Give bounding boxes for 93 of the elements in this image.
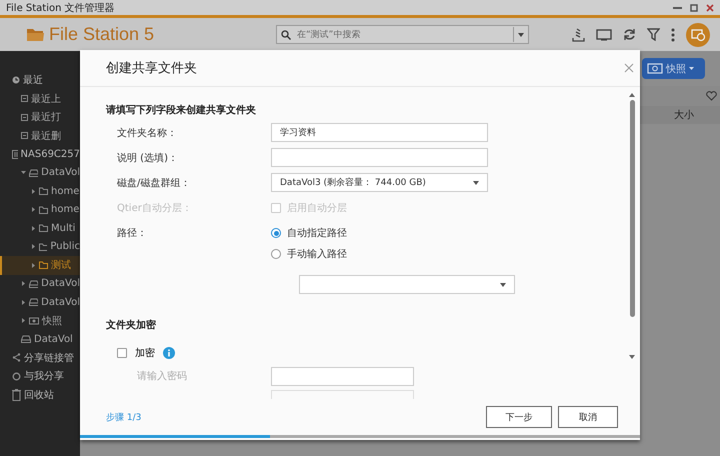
info-icon[interactable]: [163, 347, 175, 359]
refresh-icon[interactable]: [623, 28, 636, 41]
app-name: File Station 5: [49, 24, 154, 45]
section-heading: 文件夹加密: [106, 318, 157, 333]
maximize-icon[interactable]: [690, 4, 698, 12]
search-icon: [281, 30, 291, 40]
folder-icon: [38, 242, 48, 251]
sidebar-item[interactable]: NAS69C257: [0, 145, 80, 164]
document-icon: [21, 132, 28, 140]
close-icon[interactable]: [706, 4, 714, 12]
input-field[interactable]: [271, 390, 414, 399]
checkbox[interactable]: [117, 348, 127, 358]
field-label: 文件夹名称：: [117, 126, 178, 140]
monitor-icon[interactable]: [596, 28, 612, 40]
field-label: 磁盘/磁盘群组：: [117, 176, 192, 190]
heart-icon[interactable]: [706, 91, 717, 101]
field-label: 路径：: [117, 227, 148, 240]
folder-icon: [39, 187, 48, 196]
drive-icon: [28, 168, 38, 177]
scrollbar-thumb[interactable]: [630, 100, 634, 317]
collapsed-arrow-icon[interactable]: [31, 188, 36, 194]
folder-icon: [39, 224, 48, 232]
input-field[interactable]: [271, 148, 488, 167]
sidebar-item[interactable]: 回收站: [0, 386, 80, 404]
sidebar-item[interactable]: 最近删: [0, 126, 80, 145]
checkbox-label: 启用自动分层: [287, 202, 347, 214]
sidebar-item[interactable]: 快照: [0, 312, 80, 330]
field-label: Qtier自动分层：: [117, 202, 193, 214]
camera-icon: [647, 63, 663, 74]
scroll-up-icon[interactable]: [629, 93, 635, 97]
drive-icon: [28, 280, 38, 288]
window-title: File Station 文件管理器: [6, 2, 115, 14]
dialog-title: 创建共享文件夹: [106, 60, 197, 77]
scroll-down-icon[interactable]: [629, 355, 635, 359]
collapsed-arrow-icon[interactable]: [21, 318, 26, 324]
caret-icon[interactable]: [518, 32, 524, 36]
document-icon: [21, 114, 28, 121]
caret-icon: [473, 180, 479, 184]
input-field[interactable]: 学习资料: [271, 123, 488, 142]
collapsed-arrow-icon[interactable]: [31, 226, 36, 231]
checkbox-label: 加密: [135, 346, 155, 360]
stack-icon[interactable]: [572, 28, 585, 42]
sidebar-item[interactable]: 与我分享: [0, 367, 80, 386]
folder-icon: [26, 27, 45, 42]
sidebar-item[interactable]: Public: [0, 238, 80, 256]
radio-label: 自动指定路径: [287, 226, 347, 240]
sidebar-item[interactable]: home: [0, 200, 80, 219]
next-button[interactable]: 下一步: [486, 406, 552, 428]
server-icon: [12, 150, 18, 159]
sidebar-item[interactable]: DataVol: [0, 330, 80, 348]
caret-icon: [500, 282, 506, 286]
collapsed-arrow-icon[interactable]: [21, 300, 26, 305]
trash-icon: [12, 388, 21, 401]
field-label: 请输入密码: [137, 370, 188, 383]
radio-button[interactable]: [271, 228, 281, 238]
filter-icon[interactable]: [647, 28, 660, 41]
close-icon[interactable]: [624, 63, 634, 73]
folder-icon: [39, 206, 48, 214]
sidebar-item[interactable]: 最近上: [0, 90, 80, 108]
dropdown[interactable]: DataVol3 (剩余容量： 744.00 GB): [271, 173, 488, 192]
sidebar-item[interactable]: Multi: [0, 219, 80, 238]
folder-icon: [39, 261, 48, 270]
clock-icon: [12, 76, 20, 84]
column-header[interactable]: 大小: [674, 108, 694, 122]
collapsed-arrow-icon[interactable]: [31, 262, 36, 268]
collapsed-arrow-icon[interactable]: [31, 244, 36, 250]
sidebar-item[interactable]: 最近: [0, 71, 80, 90]
camera-icon: [29, 316, 39, 325]
collapsed-arrow-icon[interactable]: [31, 207, 36, 212]
minimize-icon[interactable]: [673, 6, 682, 9]
sidebar-item[interactable]: DataVol: [0, 293, 80, 312]
document-icon: [21, 95, 28, 102]
field-label: 说明 (选填)：: [117, 152, 179, 164]
expanded-arrow-icon[interactable]: [21, 170, 26, 176]
caret-icon: [689, 67, 694, 70]
sidebar-item[interactable]: home: [0, 182, 80, 200]
share-icon: [12, 353, 21, 362]
sidebar-item[interactable]: 最近打: [0, 108, 80, 126]
section-heading: 请填写下列字段来创建共享文件夹: [106, 103, 257, 118]
drive-icon: [28, 298, 38, 306]
radio-button[interactable]: [271, 249, 281, 259]
sidebar-item[interactable]: DataVol: [0, 274, 80, 293]
more-icon[interactable]: [671, 28, 675, 42]
drive-icon: [21, 335, 31, 344]
collapsed-arrow-icon[interactable]: [21, 281, 26, 286]
step-indicator: 步骤 1/3: [106, 412, 142, 424]
sidebar-item[interactable]: 分享链接管: [0, 348, 80, 367]
input-field[interactable]: [271, 366, 414, 386]
sidebar-item[interactable]: DataVol: [0, 164, 80, 182]
radio-label: 手动输入路径: [287, 248, 347, 261]
snapshot-button[interactable]: 快照: [642, 58, 705, 79]
cancel-button[interactable]: 取消: [558, 406, 618, 428]
sidebar-item[interactable]: 测试: [0, 256, 80, 274]
